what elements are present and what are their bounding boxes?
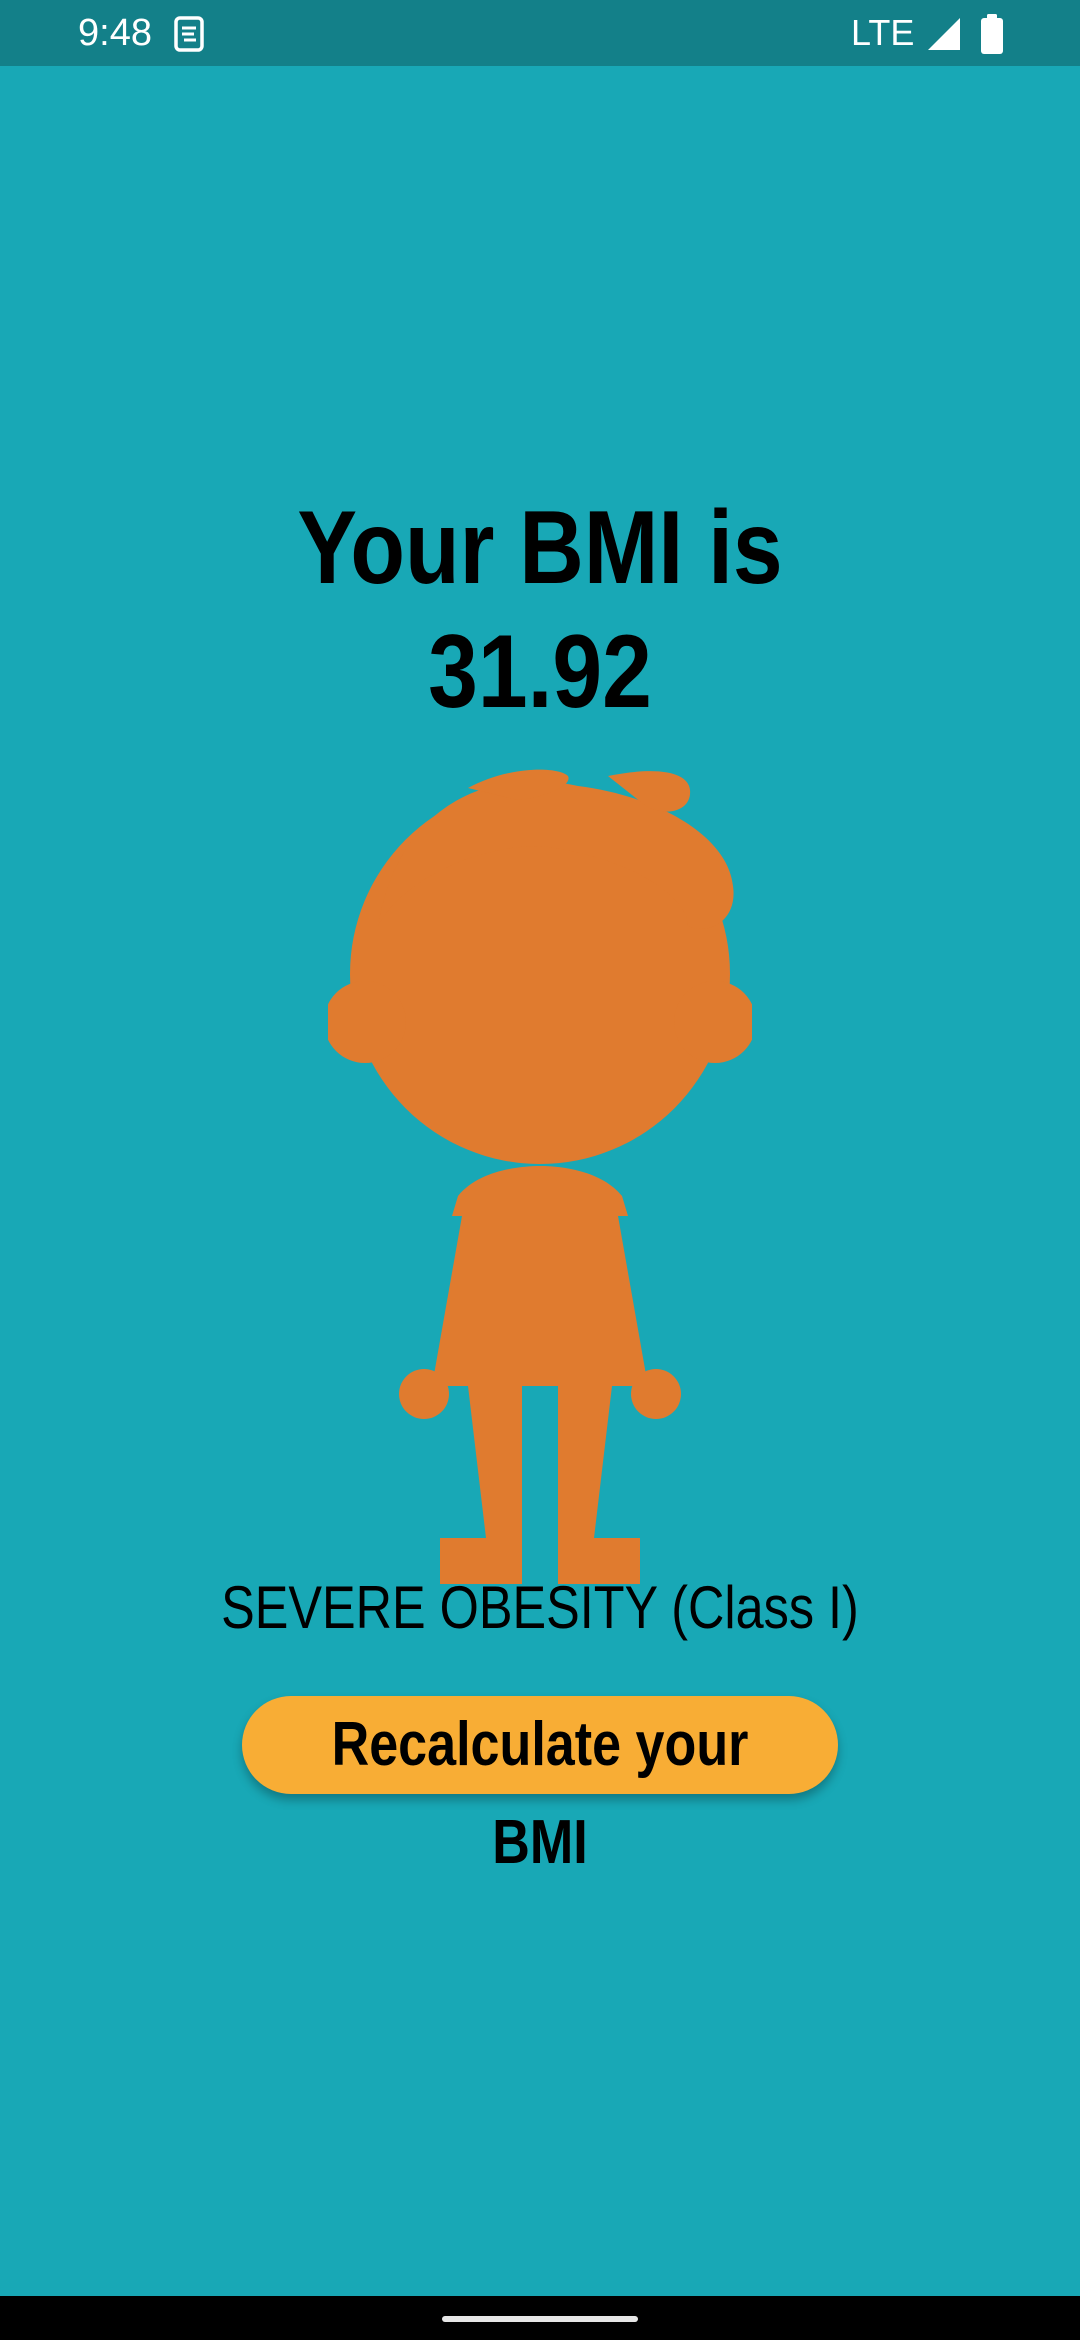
battery-icon xyxy=(981,14,1003,54)
recalculate-bmi-button[interactable]: Recalculate your BMI xyxy=(242,1696,838,1877)
cell-signal-icon xyxy=(928,18,960,50)
recalculate-bmi-label: Recalculate your BMI xyxy=(331,1710,749,1877)
bmi-value: 31.92 xyxy=(428,614,652,730)
status-bar: 9:48 LTE xyxy=(0,0,1080,66)
bmi-result-screen: Your BMI is 31.92 SEVERE OBESITY (Class … xyxy=(0,66,1080,2296)
status-time: 9:48 xyxy=(78,12,152,54)
navigation-bar xyxy=(0,2296,1080,2340)
bmi-category-label: SEVERE OBESITY (Class I) xyxy=(221,1574,859,1641)
person-silhouette-icon xyxy=(328,769,752,1584)
network-type-label: LTE xyxy=(851,12,915,53)
bmi-result-title: Your BMI is xyxy=(297,490,783,606)
home-gesture-handle[interactable] xyxy=(442,2316,638,2322)
sim-card-icon xyxy=(174,16,204,52)
